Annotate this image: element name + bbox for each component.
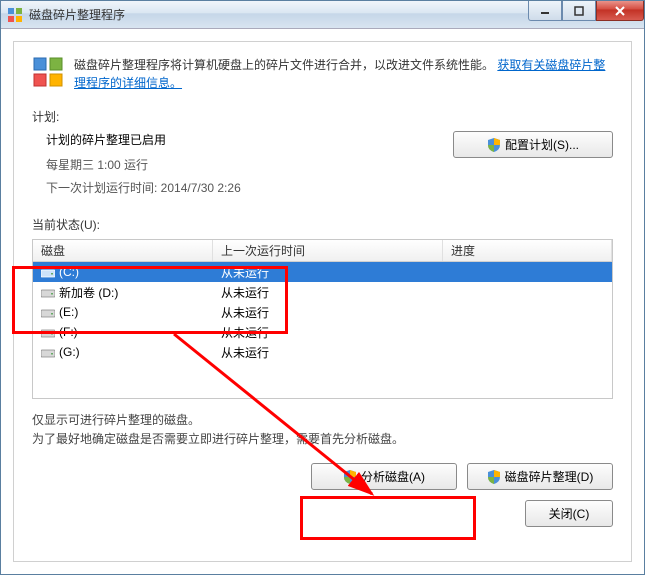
app-icon-small — [7, 7, 23, 23]
maximize-button[interactable] — [562, 1, 596, 21]
close-row: 关闭(C) — [32, 500, 613, 527]
th-disk[interactable]: 磁盘 — [33, 240, 213, 261]
td-disk: (E:) — [33, 305, 213, 319]
td-disk: (F:) — [33, 325, 213, 339]
td-disk: (C:) — [33, 265, 213, 279]
schedule-line1: 每星期三 1:00 运行 — [46, 156, 241, 173]
inner-panel: 磁盘碎片整理程序将计算机硬盘上的碎片文件进行合并，以改进文件系统性能。 获取有关… — [13, 41, 632, 562]
th-last-run[interactable]: 上一次运行时间 — [213, 240, 443, 261]
titlebar[interactable]: 磁盘碎片整理程序 — [1, 1, 644, 29]
footer-line2: 为了最好地确定磁盘是否需要立即进行碎片整理，需要首先分析磁盘。 — [32, 430, 613, 449]
schedule-line2: 下一次计划运行时间: 2014/7/30 2:26 — [46, 179, 241, 196]
footer-text: 仅显示可进行碎片整理的磁盘。 为了最好地确定磁盘是否需要立即进行碎片整理，需要首… — [32, 411, 613, 449]
td-last-run: 从未运行 — [213, 284, 443, 301]
status-section-label: 当前状态(U): — [32, 216, 613, 233]
os-drive-icon — [41, 267, 55, 278]
drive-icon — [41, 347, 55, 358]
analyze-button[interactable]: 分析磁盘(A) — [311, 463, 457, 490]
disk-name: (G:) — [59, 345, 80, 359]
intro-description: 磁盘碎片整理程序将计算机硬盘上的碎片文件进行合并，以改进文件系统性能。 — [74, 58, 494, 72]
minimize-button[interactable] — [528, 1, 562, 21]
defrag-button[interactable]: 磁盘碎片整理(D) — [467, 463, 613, 490]
defrag-window: 磁盘碎片整理程序 磁盘碎片整理程序将计算 — [0, 0, 645, 575]
drive-icon — [41, 307, 55, 318]
window-title: 磁盘碎片整理程序 — [29, 6, 528, 23]
defrag-label: 磁盘碎片整理(D) — [505, 468, 594, 485]
table-header: 磁盘 上一次运行时间 进度 — [33, 240, 612, 262]
analyze-label: 分析磁盘(A) — [361, 468, 425, 485]
th-progress[interactable]: 进度 — [443, 240, 612, 261]
close-icon — [614, 5, 626, 17]
disk-name: (C:) — [59, 265, 79, 279]
td-last-run: 从未运行 — [213, 344, 443, 361]
table-row[interactable]: (C:) 从未运行 — [33, 262, 612, 282]
shield-icon — [487, 138, 501, 152]
app-icon-large — [32, 56, 64, 88]
shield-icon — [487, 470, 501, 484]
drive-icon — [41, 327, 55, 338]
action-button-row: 分析磁盘(A) 磁盘碎片整理(D) — [32, 463, 613, 490]
intro-text: 磁盘碎片整理程序将计算机硬盘上的碎片文件进行合并，以改进文件系统性能。 获取有关… — [74, 56, 613, 92]
close-button[interactable] — [596, 1, 644, 21]
table-row[interactable]: (G:) 从未运行 — [33, 342, 612, 362]
configure-schedule-button[interactable]: 配置计划(S)... — [453, 131, 613, 158]
window-buttons — [528, 1, 644, 28]
td-last-run: 从未运行 — [213, 324, 443, 341]
td-last-run: 从未运行 — [213, 304, 443, 321]
content-area: 磁盘碎片整理程序将计算机硬盘上的碎片文件进行合并，以改进文件系统性能。 获取有关… — [1, 29, 644, 574]
td-last-run: 从未运行 — [213, 264, 443, 281]
footer-line1: 仅显示可进行碎片整理的磁盘。 — [32, 411, 613, 430]
disk-table: 磁盘 上一次运行时间 进度 (C:)从未运行新加卷 (D:)从未运行(E:)从未… — [32, 239, 613, 399]
table-row[interactable]: (E:) 从未运行 — [33, 302, 612, 322]
disk-name: 新加卷 (D:) — [59, 284, 118, 301]
maximize-icon — [574, 6, 584, 16]
table-body: (C:)从未运行新加卷 (D:)从未运行(E:)从未运行(F:)从未运行(G:)… — [33, 262, 612, 362]
schedule-row: 计划的碎片整理已启用 每星期三 1:00 运行 下一次计划运行时间: 2014/… — [32, 131, 613, 202]
schedule-text: 计划的碎片整理已启用 每星期三 1:00 运行 下一次计划运行时间: 2014/… — [32, 131, 241, 202]
drive-icon — [41, 287, 55, 298]
td-disk: (G:) — [33, 345, 213, 359]
schedule-section-label: 计划: — [32, 108, 613, 125]
shield-icon — [343, 470, 357, 484]
schedule-heading: 计划的碎片整理已启用 — [46, 131, 241, 148]
configure-schedule-label: 配置计划(S)... — [505, 136, 579, 153]
td-disk: 新加卷 (D:) — [33, 284, 213, 301]
intro-row: 磁盘碎片整理程序将计算机硬盘上的碎片文件进行合并，以改进文件系统性能。 获取有关… — [32, 56, 613, 92]
table-row[interactable]: (F:) 从未运行 — [33, 322, 612, 342]
disk-name: (F:) — [59, 325, 78, 339]
close-window-button[interactable]: 关闭(C) — [525, 500, 613, 527]
table-row[interactable]: 新加卷 (D:) 从未运行 — [33, 282, 612, 302]
minimize-icon — [540, 6, 550, 16]
close-label: 关闭(C) — [549, 505, 590, 522]
disk-name: (E:) — [59, 305, 78, 319]
